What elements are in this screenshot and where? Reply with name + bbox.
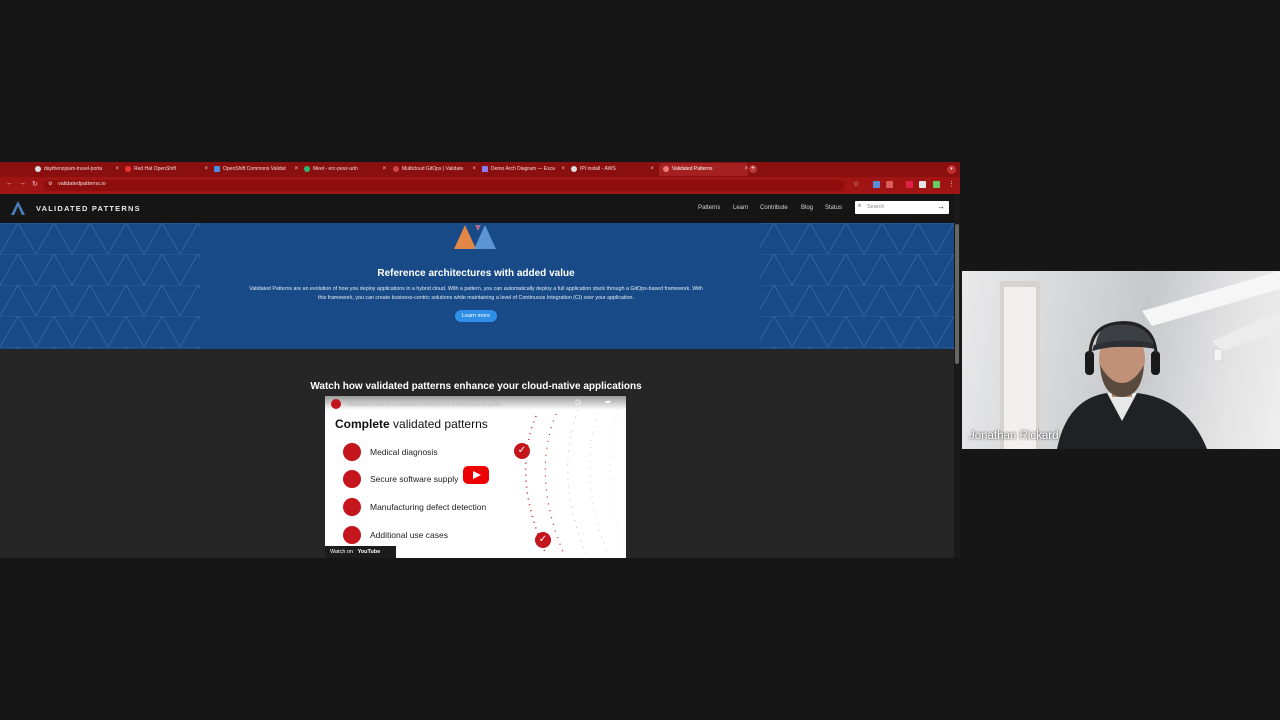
site-brand[interactable]: VALIDATED PATTERNS <box>36 204 141 213</box>
browser-menu-icon[interactable]: ⋮ <box>948 180 955 188</box>
check-icon: ✓ <box>514 443 530 459</box>
video-heading-rest: validated patterns <box>389 417 488 431</box>
tab-label: Demo Arch Diagram — Exca <box>491 166 555 172</box>
github-icon <box>35 165 41 172</box>
address-toolbar: ← → ↻ ⚙ validatedpatterns.io ☆ ⋮ <box>0 177 960 194</box>
channel-avatar-icon[interactable] <box>331 399 341 409</box>
extension-icon[interactable] <box>919 181 926 188</box>
site-icon <box>663 165 669 172</box>
browser-tab[interactable]: daythenojsam-travel-porta × <box>35 163 119 176</box>
tab-label: OpenShift Commons Validat <box>223 166 286 172</box>
hero-title: Reference architectures with added value <box>377 268 575 279</box>
hero-triangles-icon <box>454 225 496 249</box>
webcam-video-tile: Jonathan Rickard <box>962 271 1280 449</box>
participant-name: Jonathan Rickard <box>969 430 1059 442</box>
extension-icon[interactable] <box>906 181 913 188</box>
close-tab-icon[interactable]: × <box>115 163 119 176</box>
nav-learn[interactable]: Learn <box>733 205 748 211</box>
tab-label: IPI install - AWS <box>580 166 616 172</box>
search-submit-icon[interactable]: → <box>937 202 945 211</box>
check-icon: ✓ <box>535 532 551 548</box>
site-header: VALIDATED PATTERNS Patterns Learn Contri… <box>0 194 954 223</box>
hero-description: Validated Patterns are an evolution of h… <box>249 286 703 301</box>
youtube-video-embed[interactable]: Validated patterns accelerate event-driv… <box>325 396 626 558</box>
redhat-icon <box>125 165 131 172</box>
browser-tab[interactable]: Demo Arch Diagram — Exca × <box>482 163 565 176</box>
browser-window: daythenojsam-travel-porta × Red Hat OpenS… <box>0 162 960 558</box>
tab-label: daythenojsam-travel-porta <box>44 166 103 172</box>
factory-icon <box>343 498 361 516</box>
search-placeholder: Search <box>867 204 885 210</box>
tab-strip: daythenojsam-travel-porta × Red Hat OpenS… <box>0 162 960 177</box>
extension-icon[interactable] <box>873 181 880 188</box>
reload-icon[interactable]: ↻ <box>32 180 38 188</box>
webcam-scene <box>1000 271 1280 449</box>
browser-tab[interactable]: Multicloud GitOps | Validate × <box>393 163 476 176</box>
excalidraw-icon <box>482 165 488 172</box>
meet-icon <box>304 165 310 172</box>
page-scrollbar[interactable] <box>954 194 960 558</box>
docs-icon <box>214 165 220 172</box>
search-input[interactable]: ⌕ Search → <box>855 201 949 214</box>
nav-contribute[interactable]: Contribute <box>760 205 788 211</box>
youtube-logo-icon: YouTube <box>357 549 381 555</box>
back-icon[interactable]: ← <box>6 180 13 187</box>
url-text: validatedpatterns.io <box>58 181 106 187</box>
browser-tab[interactable]: OpenShift Commons Validat × <box>214 163 298 176</box>
tab-search-icon[interactable]: ▾ <box>947 165 956 174</box>
new-tab-button[interactable]: + <box>749 165 757 173</box>
close-tab-icon[interactable]: × <box>382 163 386 176</box>
video-item: Medical diagnosis <box>370 447 438 457</box>
video-heading: Complete validated patterns <box>335 417 488 431</box>
web-page: VALIDATED PATTERNS Patterns Learn Contri… <box>0 194 954 558</box>
video-item: Secure software supply <box>370 474 459 484</box>
nav-status[interactable]: Status <box>825 205 842 211</box>
close-tab-icon[interactable]: × <box>472 163 476 176</box>
browser-tab[interactable]: Red Hat OpenShift × <box>125 163 208 176</box>
youtube-play-button[interactable] <box>463 466 489 484</box>
nav-blog[interactable]: Blog <box>801 205 813 211</box>
screen-share-area: daythenojsam-travel-porta × Red Hat OpenS… <box>0 0 960 720</box>
browser-tab-active[interactable]: Validated Patterns × <box>659 163 748 176</box>
tab-label: Meet - erc-pesz-udn <box>313 166 358 172</box>
forward-icon[interactable]: → <box>19 180 26 187</box>
scrollbar-thumb[interactable] <box>955 224 959 364</box>
video-title[interactable]: Validated patterns accelerate event-driv… <box>347 402 501 408</box>
extension-icon[interactable] <box>933 181 940 188</box>
site-icon <box>393 165 399 172</box>
search-icon: ⌕ <box>858 203 862 209</box>
learn-more-button[interactable]: Learn more <box>455 310 497 322</box>
tab-label: Multicloud GitOps | Validate <box>402 166 464 172</box>
watch-on-youtube-link[interactable]: Watch on YouTube <box>325 546 396 558</box>
cases-icon <box>343 526 361 544</box>
watch-on-label: Watch on <box>330 549 354 555</box>
video-heading-bold: Complete <box>335 417 390 431</box>
video-section-title: Watch how validated patterns enhance you… <box>310 381 642 392</box>
browser-tab[interactable]: IPI install - AWS × <box>571 163 654 176</box>
site-info-icon[interactable]: ⚙ <box>48 181 52 187</box>
close-tab-icon[interactable]: × <box>744 163 748 176</box>
tab-label: Red Hat OpenShift <box>134 166 176 172</box>
dotted-arcs-decoration <box>524 401 626 555</box>
heart-icon <box>343 443 361 461</box>
video-item: Additional use cases <box>370 530 448 540</box>
device-icon <box>343 470 361 488</box>
nav-patterns[interactable]: Patterns <box>698 205 720 211</box>
github-icon <box>571 165 577 172</box>
close-tab-icon[interactable]: × <box>650 163 654 176</box>
close-tab-icon[interactable]: × <box>561 163 565 176</box>
hero-banner: Reference architectures with added value… <box>0 223 954 349</box>
browser-tab[interactable]: Meet - erc-pesz-udn × <box>304 163 386 176</box>
close-tab-icon[interactable]: × <box>204 163 208 176</box>
close-tab-icon[interactable]: × <box>294 163 298 176</box>
bookmark-star-icon[interactable]: ☆ <box>853 180 859 188</box>
address-bar[interactable] <box>44 180 844 191</box>
tab-label: Validated Patterns <box>672 166 713 172</box>
video-item: Manufacturing defect detection <box>370 502 487 512</box>
extension-icon[interactable] <box>886 181 893 188</box>
validated-patterns-logo-icon[interactable] <box>11 201 29 216</box>
